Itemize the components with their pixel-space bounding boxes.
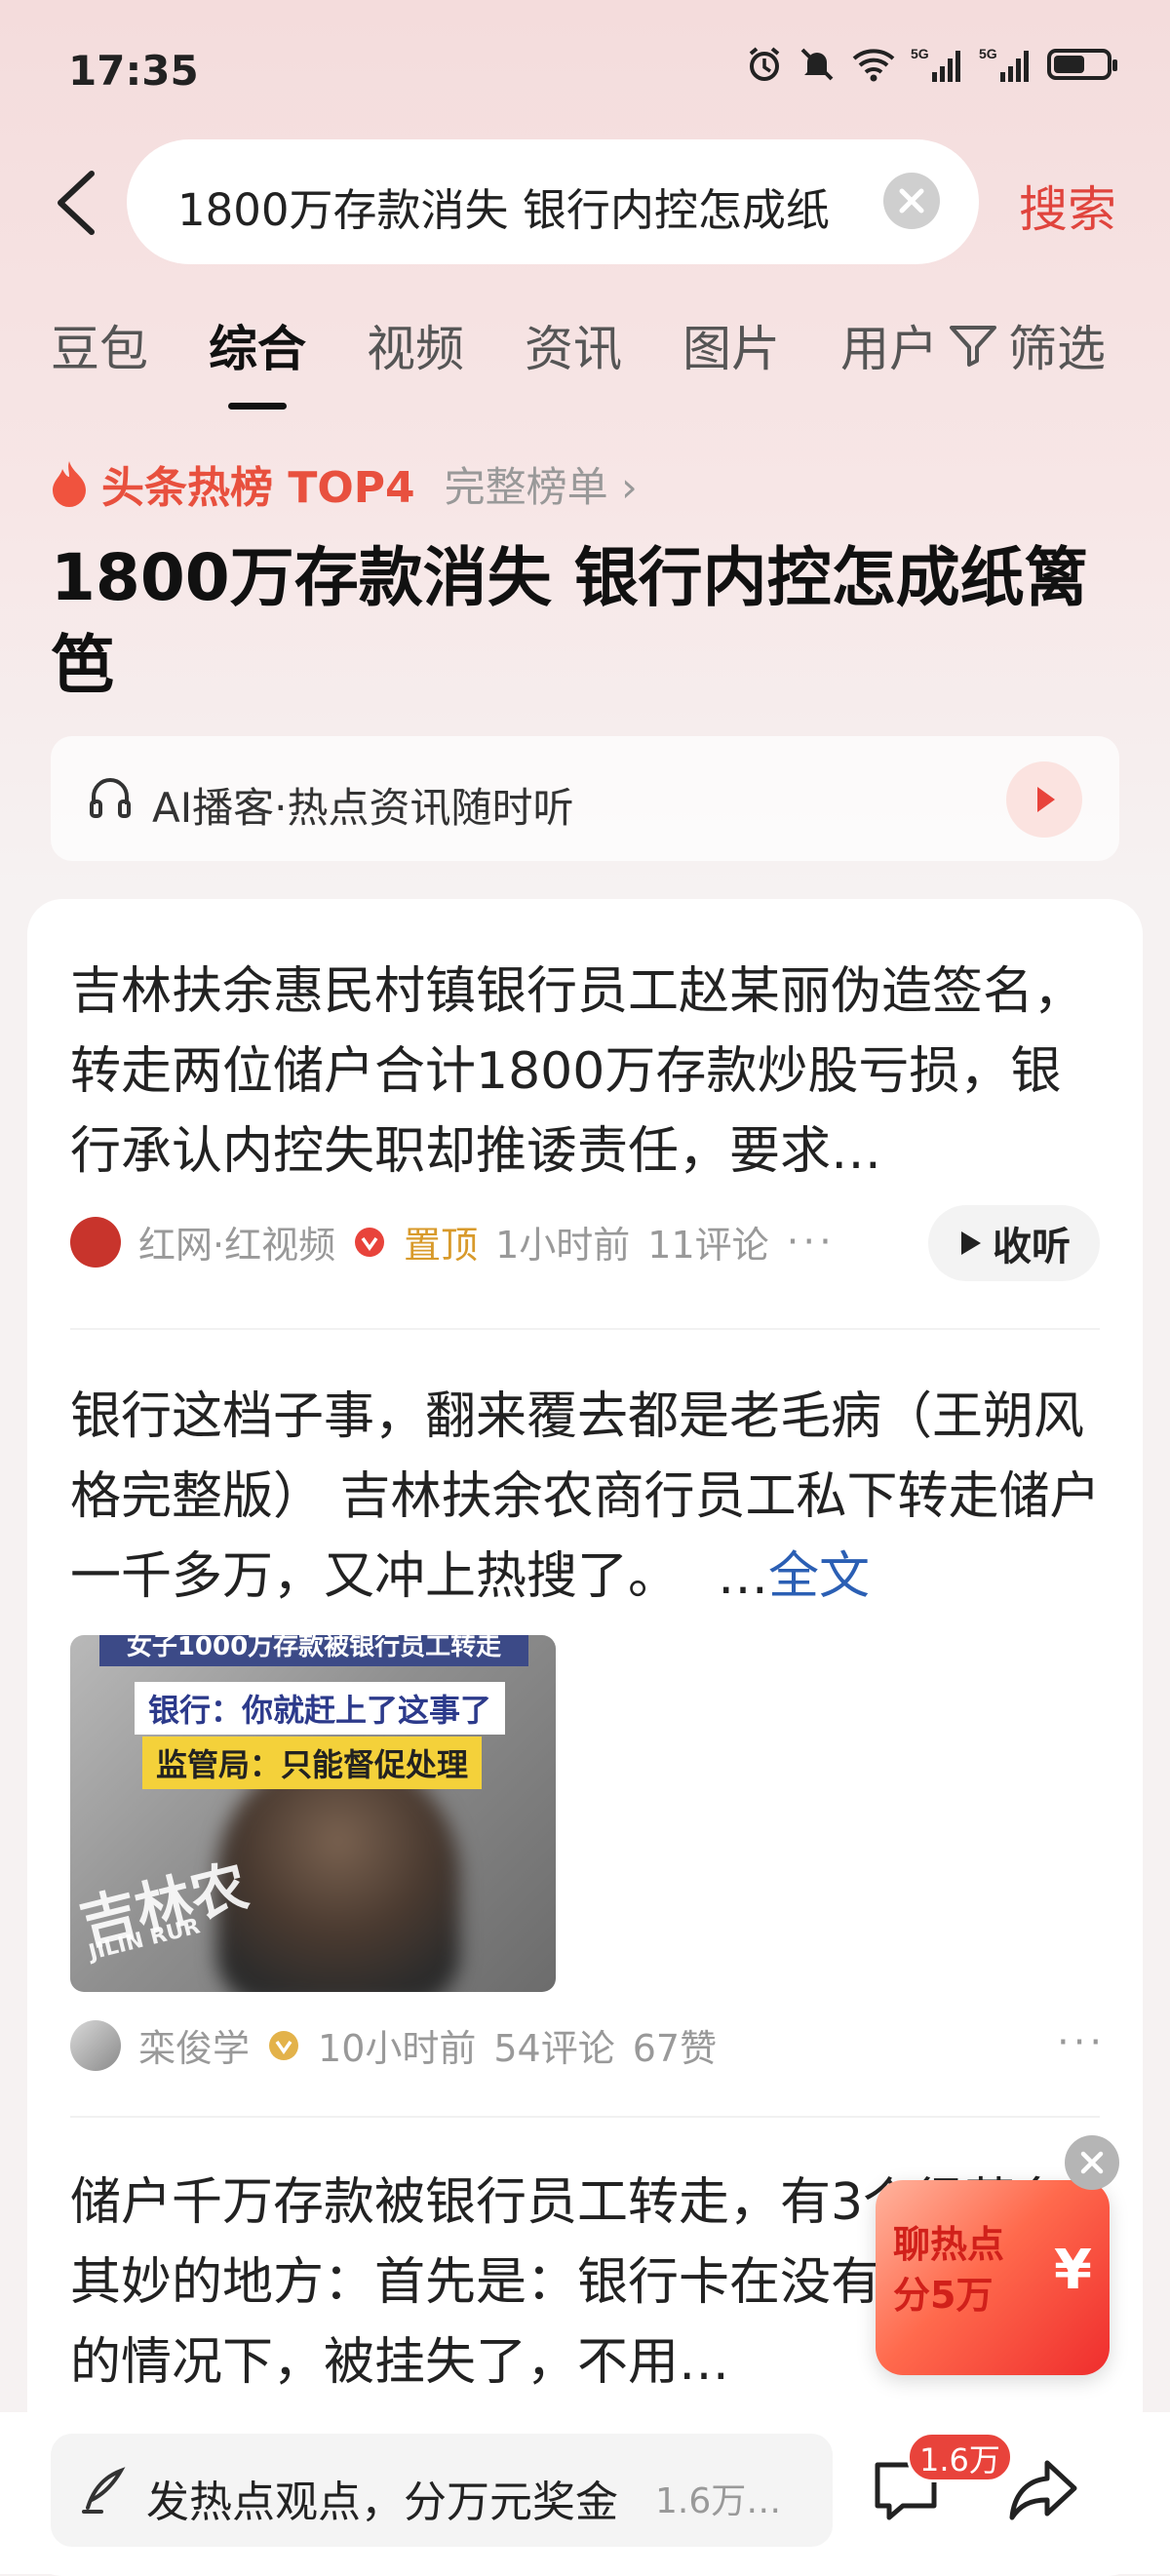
signal-5g-icon: 5G [979,46,1029,82]
ai-podcast-bar[interactable]: AI播客·热点资讯随时听 [51,736,1119,861]
feed-item-text[interactable]: 吉林扶余惠民村镇银行员工赵某丽伪造签名，转走两位储户合计1800万存款炒股亏损，… [70,952,1104,1191]
thumbnail-caption-1: 银行：你就赶上了这事了 [135,1682,506,1735]
search-button[interactable]: 搜索 [1019,171,1116,241]
filter-button[interactable]: 筛选 [948,310,1106,380]
filter-label: 筛选 [1008,321,1106,377]
source-name[interactable]: 红网·红视频 [138,1215,335,1268]
bottom-bar: 发热点观点，分万元奖金 1.6万… 1.6万 [0,2412,1170,2574]
promo-line-2: 分5万 [893,2274,994,2317]
author-name[interactable]: 栾俊学 [138,2018,250,2072]
hot-rank-row[interactable]: 头条热榜 TOP4 完整榜单 › [49,452,638,515]
tab-users[interactable]: 用户 [840,310,946,380]
feed-item-text[interactable]: 银行这档子事，翻来覆去都是老毛病（王朔风格完整版） 吉林扶余农商行员工私下转走储… [70,1377,1112,1617]
comment-badge: 1.6万 [907,2432,1013,2482]
battery-icon [1047,49,1117,80]
post-thumbnail[interactable]: 女子1000万存款被银行员工转走 银行：你就赶上了这事了 监管局：只能督促处理 … [70,1635,556,1992]
post-time: 1小时前 [495,1224,631,1267]
post-body: 银行这档子事，翻来覆去都是老毛病（王朔风格完整版） 吉林扶余农商行员工私下转走储… [70,1387,1101,1606]
tab-images[interactable]: 图片 [682,310,780,380]
thumbnail-title: 女子1000万存款被银行员工转走 [99,1635,528,1666]
comment-placeholder: 发热点观点，分万元奖金 [146,2478,618,2527]
search-input[interactable]: 1800万存款消失 银行内控怎成纸 [127,139,979,264]
listen-label: 收听 [993,1225,1071,1269]
play-icon [1037,787,1055,812]
close-icon [899,188,924,214]
ai-podcast-label: AI播客·热点资讯随时听 [152,784,574,832]
listen-button[interactable]: 收听 [928,1205,1100,1281]
headphones-icon [90,778,131,818]
tab-doubao[interactable]: 豆包 [51,310,148,380]
tab-comprehensive[interactable]: 综合 [209,310,306,410]
more-options-icon[interactable]: ··· [1057,2020,1106,2065]
post-time: 10小时前 [318,2027,477,2070]
filter-icon [950,326,996,367]
comment-count-inline: 1.6万… [655,2481,782,2521]
play-icon [961,1231,981,1255]
alarm-icon [749,47,780,81]
fire-icon [53,461,86,507]
mute-icon [800,48,834,81]
red-packet-promo[interactable]: 聊热点 分5万 ¥ [876,2180,1110,2375]
back-arrow-icon[interactable] [51,168,105,238]
clear-search-button[interactable] [883,173,940,229]
read-full-link[interactable]: 全文 [768,1547,870,1606]
verified-icon [269,2030,299,2060]
divider [70,1328,1100,1330]
pinned-tag: 置顶 [404,1224,479,1267]
feed-item-meta: 红网·红视频 置顶 1小时前 11评论 ··· [70,1215,836,1268]
hot-headline[interactable]: 1800万存款消失 银行内控怎成纸篱笆 [51,534,1123,710]
ellipsis: … [718,1547,769,1606]
promo-line-1: 聊热点 [893,2223,1005,2266]
play-button[interactable] [1006,761,1082,838]
share-icon[interactable] [1006,2453,1080,2527]
author-avatar[interactable] [70,2019,121,2071]
promo-text: 聊热点 分5万 [893,2219,1004,2321]
svg-text:5G: 5G [911,46,929,61]
tab-video[interactable]: 视频 [367,310,464,380]
status-time: 17:35 [68,47,199,95]
status-icons: 5G 5G [745,45,1117,84]
verified-icon [355,1227,385,1257]
feed-item-meta: 栾俊学 10小时前 54评论 67赞 [70,2018,717,2072]
hot-rank-label: 头条热榜 TOP4 [101,463,415,513]
thumbnail-caption-2: 监管局：只能督促处理 [142,1737,483,1789]
pen-icon [82,2467,126,2514]
divider [70,2116,1100,2118]
category-tabs: 豆包 综合 视频 资讯 图片 用户 [51,310,946,410]
full-ranking-link[interactable]: 完整榜单 › [445,454,638,514]
comment-count[interactable]: 54评论 [493,2018,614,2072]
like-count[interactable]: 67赞 [633,2018,717,2072]
signal-5g-icon: 5G [911,46,960,82]
tab-news[interactable]: 资讯 [525,310,622,380]
more-options-icon[interactable]: ··· [787,1220,836,1265]
wifi-icon [852,49,895,82]
close-icon [1080,2151,1104,2174]
promo-close-button[interactable] [1065,2135,1119,2190]
svg-text:5G: 5G [979,46,997,61]
search-query-text: 1800万存款消失 银行内控怎成纸 [177,184,830,236]
source-avatar[interactable] [70,1216,121,1268]
comment-input[interactable]: 发热点观点，分万元奖金 1.6万… [51,2434,833,2547]
comment-count[interactable]: 11评论 [647,1215,768,1268]
yen-icon: ¥ [1054,2239,1092,2302]
